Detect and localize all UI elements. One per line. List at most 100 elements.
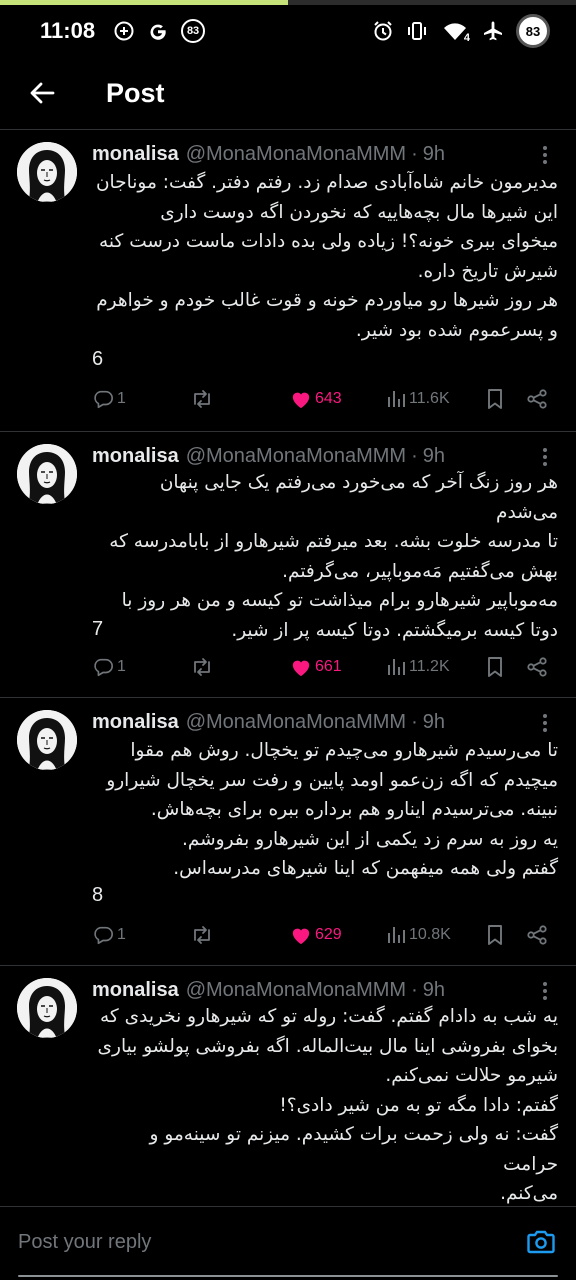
post-time[interactable]: 9h <box>423 143 445 166</box>
battery-indicator: 83 <box>516 14 550 48</box>
bookmark-action[interactable] <box>486 652 504 682</box>
reply-action[interactable]: 1 <box>92 384 126 414</box>
more-options-button[interactable] <box>536 146 554 164</box>
reply-input[interactable] <box>18 1231 498 1254</box>
author-handle[interactable]: @MonaMonaMonaMMM <box>186 711 406 734</box>
comment-icon <box>94 658 113 677</box>
tweet-header: monalisa @MonaMonaMonaMMM · 9h <box>92 976 445 1004</box>
view-count: 11.6K <box>409 390 450 407</box>
airplane-icon <box>482 20 504 42</box>
tweet-actions: 1 629 10.8K <box>92 920 554 950</box>
bookmark-action[interactable] <box>486 384 504 414</box>
reply-action[interactable]: 1 <box>92 652 126 682</box>
tweet-text-line: میچیدم که اگه زن‌عمو اومد پایین و رفت سر… <box>106 769 558 791</box>
tweet-text-line: این شیرها مال بچه‌هاییه که نخوردن اگه دو… <box>160 201 558 223</box>
reply-action[interactable]: 1 <box>92 920 126 950</box>
thread-number: 8 <box>92 884 104 906</box>
arrow-left-icon <box>30 82 55 104</box>
author-name[interactable]: monalisa <box>92 445 179 468</box>
tweet[interactable]: monalisa @MonaMonaMonaMMM · 9h تا می‌رسی… <box>0 698 576 966</box>
like-action[interactable]: 643 <box>290 384 342 414</box>
avatar[interactable] <box>17 444 77 504</box>
share-action[interactable] <box>526 384 548 414</box>
avatar[interactable] <box>17 710 77 770</box>
like-count: 629 <box>315 926 342 943</box>
like-action[interactable]: 661 <box>290 652 342 682</box>
separator-dot: · <box>411 978 418 1001</box>
post-time[interactable]: 9h <box>423 445 445 468</box>
bookmark-icon <box>488 925 502 945</box>
author-handle[interactable]: @MonaMonaMonaMMM <box>186 979 406 1002</box>
author-name[interactable]: monalisa <box>92 711 179 734</box>
camera-button[interactable] <box>526 1227 556 1257</box>
tweet-text-line: مه‌موباپیر شیرهارو برام میذاشت تو کیسه و… <box>121 590 558 611</box>
retweet-icon <box>194 390 210 408</box>
share-action[interactable] <box>526 652 548 682</box>
avatar[interactable] <box>17 142 77 202</box>
like-count: 643 <box>315 390 342 407</box>
views-icon <box>388 659 405 675</box>
more-vertical-icon <box>543 146 547 150</box>
view-count: 10.8K <box>409 926 451 943</box>
reply-bar <box>0 1206 576 1280</box>
tweet-text-line: یه شب به دادام گفتم. گفت: روله تو که شیر… <box>100 1006 558 1027</box>
tweet[interactable]: monalisa @MonaMonaMonaMMM · 9h هر روز زن… <box>0 432 576 698</box>
avatar-portrait-icon <box>17 444 77 504</box>
retweet-action[interactable] <box>190 384 214 414</box>
tweet[interactable]: monalisa @MonaMonaMonaMMM · 9h یه شب به … <box>0 966 576 1234</box>
share-action[interactable] <box>526 920 548 950</box>
more-vertical-icon <box>543 982 547 986</box>
tweet-text-line: هر روز زنگ آخر که می‌خورد می‌رفتم یک جای… <box>159 472 558 523</box>
views-action[interactable]: 11.6K <box>386 384 450 414</box>
tweet-text-line: گفتم ولی همه میفهمن که اینا شیرهای مدرسه… <box>173 858 558 879</box>
bookmark-icon <box>488 657 502 677</box>
tweet-header: monalisa @MonaMonaMonaMMM · 9h <box>92 708 445 736</box>
author-name[interactable]: monalisa <box>92 979 179 1002</box>
status-bar: 11:08 83 4 83 <box>0 5 576 57</box>
avatar[interactable] <box>17 978 77 1038</box>
tweet-text-line: تا می‌رسیدم شیرهارو می‌چیدم تو یخچال. رو… <box>130 740 558 761</box>
tweet-header: monalisa @MonaMonaMonaMMM · 9h <box>92 442 445 470</box>
back-button[interactable] <box>24 75 60 111</box>
google-icon <box>147 20 169 42</box>
vibrate-icon <box>406 20 428 42</box>
heart-icon <box>292 928 310 945</box>
tweet-text-line: نبینه. می‌ترسیدم اینارو هم برداره ببره ب… <box>150 799 558 820</box>
thread-number: 7 <box>92 618 104 640</box>
tweet-text-line: بخوای بفروشی اینا مال بیت‌الماله. اگه بف… <box>97 1035 558 1057</box>
author-handle[interactable]: @MonaMonaMonaMMM <box>186 143 406 166</box>
tweet-text: یه شب به دادام گفتم. گفت: روله تو که شیر… <box>92 1002 558 1238</box>
tweet-text-line: مدیرمون خانم شاه‌آبادی صدام زد. رفتم دفت… <box>95 172 558 193</box>
bookmark-action[interactable] <box>486 920 504 950</box>
tweet-text-line: و پسرعموم شده بود شیر. <box>355 319 558 341</box>
post-time[interactable]: 9h <box>423 711 445 734</box>
more-options-button[interactable] <box>536 448 554 466</box>
retweet-action[interactable] <box>190 920 214 950</box>
views-action[interactable]: 11.2K <box>386 652 450 682</box>
more-options-button[interactable] <box>536 714 554 732</box>
tweet-actions: 1 643 11.6K <box>92 384 554 414</box>
retweet-icon <box>194 658 210 676</box>
signal-label: 4 <box>463 32 470 44</box>
like-count: 661 <box>315 658 342 675</box>
reply-count: 1 <box>117 390 126 407</box>
like-action[interactable]: 629 <box>290 920 342 950</box>
page-title: Post <box>106 77 165 108</box>
post-time[interactable]: 9h <box>423 979 445 1002</box>
author-name[interactable]: monalisa <box>92 143 179 166</box>
more-options-button[interactable] <box>536 982 554 1000</box>
alarm-icon <box>372 20 394 42</box>
views-icon <box>388 391 405 407</box>
reply-count: 1 <box>117 926 126 943</box>
tweet[interactable]: monalisa @MonaMonaMonaMMM · 9h مدیرمون خ… <box>0 130 576 432</box>
tweet-text-line: شیرمو حلالت نمی‌کنم. <box>385 1065 558 1086</box>
retweet-action[interactable] <box>190 652 214 682</box>
reply-count: 1 <box>117 658 126 675</box>
status-time: 11:08 <box>40 18 96 43</box>
avatar-portrait-icon <box>17 978 77 1038</box>
author-handle[interactable]: @MonaMonaMonaMMM <box>186 445 406 468</box>
views-action[interactable]: 10.8K <box>386 920 451 950</box>
tweet-text-line: می‌کنم. <box>500 1183 558 1204</box>
avatar-portrait-icon <box>17 710 77 770</box>
share-icon <box>527 925 547 945</box>
